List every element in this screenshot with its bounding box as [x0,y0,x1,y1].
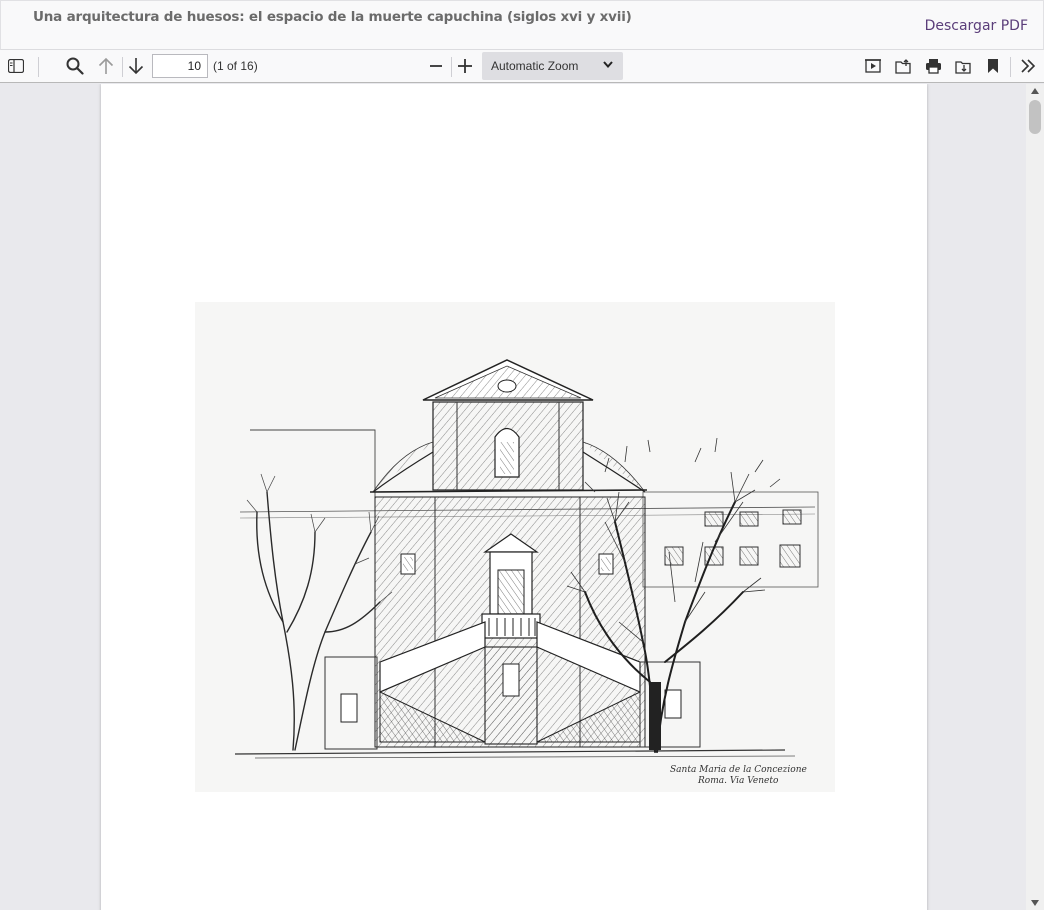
bookmark-icon [988,59,998,73]
document-header: Una arquitectura de huesos: el espacio d… [0,0,1044,50]
find-button[interactable] [62,53,88,79]
page-number-input[interactable] [152,54,208,78]
scrollbar-thumb[interactable] [1029,100,1041,134]
save-button[interactable] [950,53,976,79]
tools-menu-button[interactable] [1015,53,1041,79]
zoom-out-icon [430,65,442,67]
scroll-down-arrow-icon[interactable] [1030,898,1040,908]
open-file-icon [895,58,911,74]
toolbar-separator [1010,57,1011,77]
bookmark-button[interactable] [980,53,1006,79]
arrow-down-icon [128,58,144,75]
presentation-mode-button[interactable] [860,53,886,79]
page-count-label: (1 of 16) [213,59,258,73]
pdf-viewer[interactable]: Santa Maria de la Concezione Roma. Via V… [0,84,1044,910]
zoom-select[interactable]: Automatic Zoom [482,52,623,80]
zoom-select-value: Automatic Zoom [491,59,579,73]
sketch-caption-line1: Santa Maria de la Concezione [670,765,807,775]
toolbar-separator [38,57,39,77]
double-chevron-right-icon [1021,59,1036,73]
zoom-in-icon [458,59,472,73]
viewer-scrollbar[interactable] [1026,84,1044,910]
church-facade-drawing: Santa Maria de la Concezione Roma. Via V… [234,359,819,786]
next-page-button[interactable] [123,53,149,79]
sidebar-toggle-button[interactable] [3,53,29,79]
search-icon [66,57,84,75]
download-pdf-link[interactable]: Descargar PDF [925,18,1028,34]
open-file-button[interactable] [890,53,916,79]
print-icon [925,59,941,74]
chevron-down-icon [603,61,613,68]
sketch-caption-line2: Roma. Via Veneto [697,776,779,786]
print-button[interactable] [920,53,946,79]
presentation-icon [865,59,881,73]
save-icon [955,60,971,74]
church-sketch-figure: Santa Maria de la Concezione Roma. Via V… [195,302,835,792]
sidebar-toggle-icon [8,59,24,73]
zoom-out-button[interactable] [423,53,449,79]
scroll-up-arrow-icon[interactable] [1030,86,1040,96]
pdf-toolbar: (1 of 16) Automatic Zoom [0,50,1044,83]
arrow-up-icon [98,57,114,74]
previous-page-button[interactable] [93,53,119,79]
zoom-in-button[interactable] [452,53,478,79]
pdf-page: Santa Maria de la Concezione Roma. Via V… [101,84,927,910]
document-title: Una arquitectura de huesos: el espacio d… [33,9,632,25]
